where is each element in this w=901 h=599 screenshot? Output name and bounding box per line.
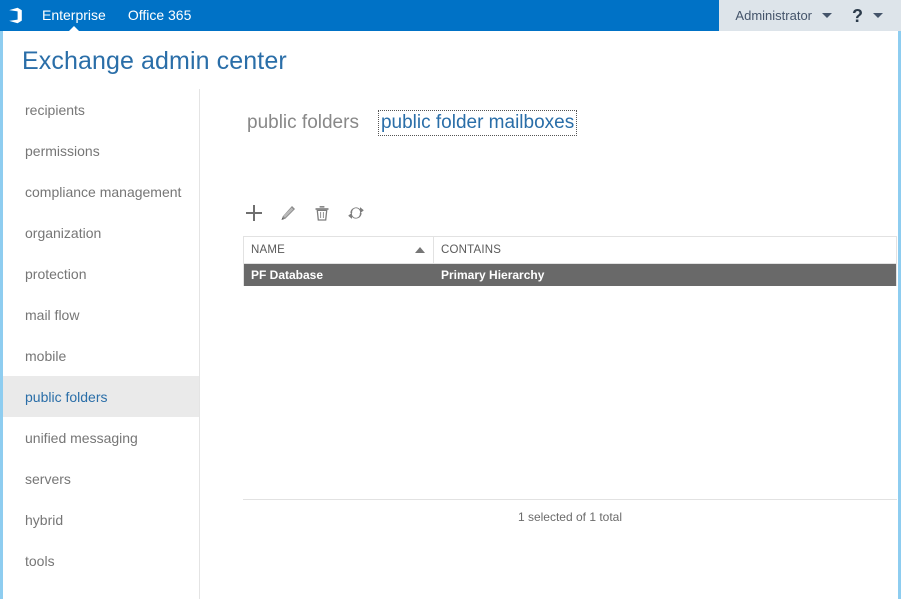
plus-icon (246, 205, 262, 221)
chevron-down-icon[interactable] (873, 13, 883, 18)
tab-public-folder-mailboxes[interactable]: public folder mailboxes (377, 110, 578, 136)
help-icon[interactable]: ? (852, 7, 863, 25)
mailbox-table: NAME CONTAINS PF Database Primary Hierar… (243, 236, 897, 286)
sidebar-item-label: mobile (25, 347, 67, 364)
selection-status: 1 selected of 1 total (517, 510, 623, 524)
table-header-row: NAME CONTAINS (244, 237, 896, 264)
cell-contains: Primary Hierarchy (441, 268, 545, 282)
chevron-down-icon[interactable] (822, 13, 832, 18)
sidebar-item-label: servers (25, 470, 71, 487)
sidebar-item-hybrid[interactable]: hybrid (3, 499, 199, 540)
user-menu-label[interactable]: Administrator (735, 8, 812, 23)
sidebar-item-permissions[interactable]: permissions (3, 130, 199, 171)
tab-public-folders[interactable]: public folders (245, 111, 361, 135)
page-frame: Exchange admin center recipients permiss… (0, 31, 901, 599)
sidebar-item-tools[interactable]: tools (3, 540, 199, 581)
sidebar-item-organization[interactable]: organization (3, 212, 199, 253)
sidebar-item-label: mail flow (25, 306, 80, 323)
sidebar-item-servers[interactable]: servers (3, 458, 199, 499)
sidebar-item-recipients[interactable]: recipients (3, 89, 199, 130)
column-header-name-label: NAME (251, 244, 286, 256)
page-title: Exchange admin center (22, 47, 287, 75)
delete-button[interactable] (311, 202, 333, 224)
sidebar-item-mail-flow[interactable]: mail flow (3, 294, 199, 335)
add-button[interactable] (243, 202, 265, 224)
edit-button[interactable] (277, 202, 299, 224)
sidebar-item-label: hybrid (25, 511, 64, 528)
sidebar-item-compliance-management[interactable]: compliance management (3, 171, 199, 212)
sidebar-item-mobile[interactable]: mobile (3, 335, 199, 376)
table-row[interactable]: PF Database Primary Hierarchy (244, 264, 896, 286)
refresh-button[interactable] (345, 202, 367, 224)
main-content: public folders public folder mailboxes N… (201, 89, 898, 599)
sidebar: recipients permissions compliance manage… (0, 89, 200, 599)
sidebar-item-label: recipients (25, 101, 85, 118)
column-header-contains[interactable]: CONTAINS (434, 237, 896, 263)
sidebar-item-label: organization (25, 224, 102, 241)
sidebar-item-label: tools (25, 552, 55, 569)
refresh-icon (348, 207, 364, 219)
pencil-icon (281, 206, 295, 220)
sidebar-item-label: permissions (25, 142, 100, 159)
suite-bar: Enterprise Office 365 Administrator ? (0, 0, 901, 32)
sidebar-item-unified-messaging[interactable]: unified messaging (3, 417, 199, 458)
column-header-contains-label: CONTAINS (441, 244, 502, 256)
command-toolbar (243, 197, 898, 229)
office-waffle-icon[interactable] (0, 0, 31, 31)
suite-bar-left: Enterprise Office 365 (0, 0, 719, 32)
footer-divider (243, 499, 897, 500)
sidebar-item-label: protection (25, 265, 87, 282)
suite-bar-right: Administrator ? (719, 0, 901, 31)
cell-name: PF Database (251, 268, 324, 282)
column-header-name[interactable]: NAME (244, 237, 434, 263)
sidebar-item-label: unified messaging (25, 429, 138, 446)
sort-ascending-icon (415, 247, 425, 253)
sidebar-item-label: compliance management (25, 183, 182, 200)
suite-link-enterprise[interactable]: Enterprise (31, 0, 117, 32)
suite-link-office365[interactable]: Office 365 (117, 0, 203, 31)
trash-icon (315, 206, 329, 221)
tab-bar: public folders public folder mailboxes (245, 110, 578, 136)
sidebar-item-public-folders[interactable]: public folders (0, 376, 199, 417)
sidebar-item-label: public folders (25, 388, 108, 405)
sidebar-item-protection[interactable]: protection (3, 253, 199, 294)
